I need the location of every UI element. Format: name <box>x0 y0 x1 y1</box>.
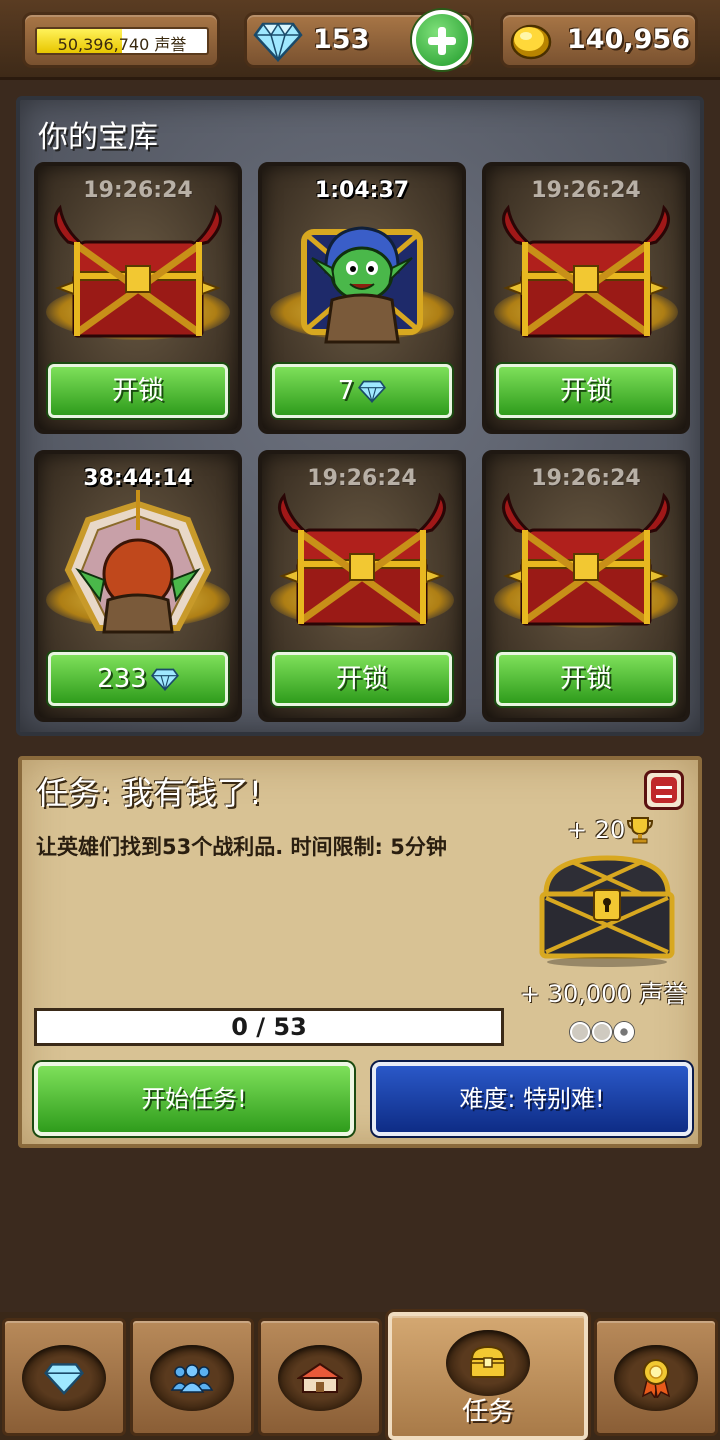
slot-timer: 19:26:24 <box>531 178 641 203</box>
difficulty-button[interactable]: 难度: 特别难! <box>372 1062 692 1136</box>
vault-slot[interactable]: 19:26:24 开锁 <box>482 450 690 722</box>
demon-chest-icon <box>54 204 222 338</box>
start-quest-button[interactable]: 开始任务! <box>34 1062 354 1136</box>
add-gems-button[interactable] <box>412 10 472 70</box>
fame-unit: 声誉 <box>154 35 187 54</box>
gold-panel[interactable]: 140,956 <box>500 12 698 68</box>
fame-reward: + 30,000 声誉 <box>520 980 688 1008</box>
reward-chest-icon <box>539 855 675 967</box>
gem-count: 153 <box>313 24 370 55</box>
diamond-icon <box>253 20 303 66</box>
difficulty-circle <box>614 1022 634 1042</box>
speed-up-button[interactable]: 7 <box>272 364 452 418</box>
difficulty-indicator <box>570 1022 634 1042</box>
slot-timer: 19:26:24 <box>531 466 641 491</box>
slot-timer: 19:26:24 <box>83 178 193 203</box>
diamond-icon <box>358 380 387 403</box>
fame-text: 50,396,740 声誉 <box>37 31 207 54</box>
quest-progress-bar: 0 / 53 <box>34 1008 504 1046</box>
unlock-button-label: 开锁 <box>335 664 388 694</box>
slot-timer: 19:26:24 <box>307 466 417 491</box>
unicorn-goblin-chest-icon <box>64 490 212 634</box>
buildings-icon <box>297 1362 343 1393</box>
trophy-icon <box>627 817 654 844</box>
quest-panel: 任务: 我有钱了! 让英雄们找到53个战利品. 时间限制: 5分钟 + 20 +… <box>18 756 702 1148</box>
treasure-chest-icon <box>470 1345 506 1378</box>
quest-description: 让英雄们找到53个战利品. 时间限制: 5分钟 <box>36 835 447 859</box>
quest-title: 任务: 我有钱了! <box>36 774 262 812</box>
nav-socket <box>614 1345 698 1411</box>
unlock-button-label: 开锁 <box>559 664 612 694</box>
unlock-button[interactable]: 开锁 <box>496 364 676 418</box>
diamond-icon <box>150 668 179 691</box>
vault-panel: 你的宝库 19:26:24 开锁 1:04:37 7 19:26:24 开锁 3… <box>16 96 704 736</box>
diamond-icon <box>44 1363 84 1395</box>
medal-icon <box>641 1359 671 1398</box>
fame-progress-bar: 50,396,740 声誉 <box>35 27 209 55</box>
nav-tab-heroes[interactable] <box>130 1318 254 1436</box>
vault-title: 你的宝库 <box>38 120 158 155</box>
difficulty-circle <box>570 1022 590 1042</box>
goblin-chest-icon <box>301 226 423 344</box>
demon-chest-icon <box>278 492 446 626</box>
nav-socket <box>446 1330 530 1396</box>
demon-chest-icon <box>502 492 670 626</box>
speed-up-button[interactable]: 233 <box>48 652 228 706</box>
quest-progress-text: 0 / 53 <box>231 1013 307 1041</box>
demon-chest-icon <box>502 204 670 338</box>
nav-tab-achievements[interactable] <box>594 1318 718 1436</box>
vault-slot[interactable]: 1:04:37 7 <box>258 162 466 434</box>
slot-timer: 38:44:14 <box>83 466 193 491</box>
vault-slot[interactable]: 19:26:24 开锁 <box>258 450 466 722</box>
unlock-button[interactable]: 开锁 <box>48 364 228 418</box>
unlock-button-label: 开锁 <box>559 376 612 406</box>
vault-slot[interactable]: 19:26:24 开锁 <box>482 162 690 434</box>
nav-socket <box>22 1345 106 1411</box>
unlock-button[interactable]: 开锁 <box>496 652 676 706</box>
gold-count: 140,956 <box>567 24 690 55</box>
nav-socket <box>150 1345 234 1411</box>
bottom-navigation: 任务 <box>0 1312 720 1440</box>
nav-tab-label: 任务 <box>461 1397 514 1427</box>
unlock-button[interactable]: 开锁 <box>272 652 452 706</box>
nav-socket <box>278 1345 362 1411</box>
trophy-reward: + 20 <box>567 816 654 844</box>
swap-icon <box>651 777 677 803</box>
slot-timer: 1:04:37 <box>314 178 410 203</box>
fame-value: 50,396,740 <box>57 35 150 54</box>
nav-tab-gems[interactable] <box>2 1318 126 1436</box>
heroes-icon <box>170 1364 214 1393</box>
unlock-button-label: 开锁 <box>111 376 164 406</box>
fame-panel[interactable]: 50,396,740 声誉 <box>22 12 220 68</box>
nav-tab-quests[interactable]: 任务 <box>388 1312 588 1440</box>
gem-cost: 233 <box>97 664 147 694</box>
gem-cost: 7 <box>337 376 355 406</box>
vault-slot[interactable]: 38:44:14 233 <box>34 450 242 722</box>
vault-slot[interactable]: 19:26:24 开锁 <box>34 162 242 434</box>
trophy-reward-value: + 20 <box>567 816 626 844</box>
nav-tab-buildings[interactable] <box>258 1318 382 1436</box>
difficulty-circle <box>592 1022 612 1042</box>
gold-coin-icon <box>509 21 553 65</box>
top-resource-bar: 50,396,740 声誉 153 140,956 <box>0 0 720 80</box>
swap-quest-button[interactable] <box>644 770 684 810</box>
